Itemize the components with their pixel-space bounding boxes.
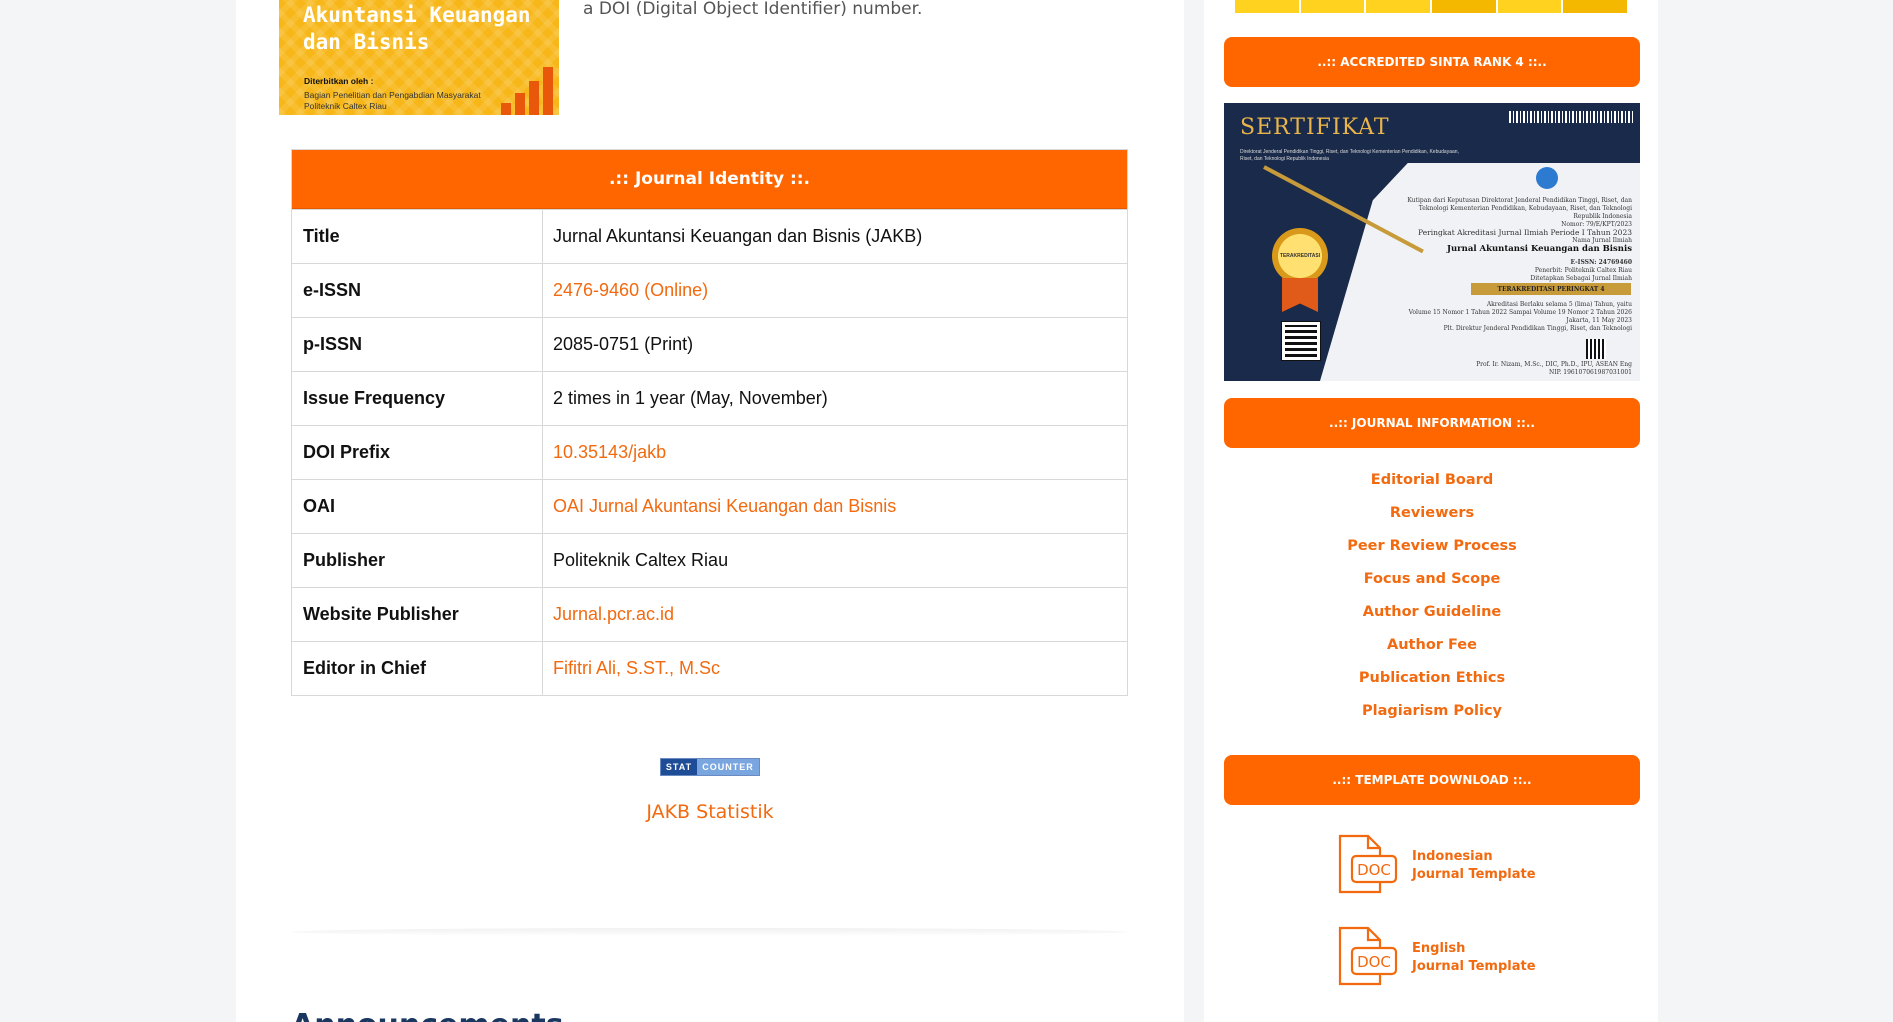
row-key: Issue Frequency [292,372,543,425]
row-key: p-ISSN [292,318,543,371]
cert-signer-title: Plt. Direktur Jenderal Pendidikan Tinggi… [1443,325,1632,332]
doc-file-icon: DOC [1338,834,1398,894]
template-label-line2: Journal Template [1412,867,1536,882]
statistics-link[interactable]: JAKB Statistik [560,801,860,823]
signature-qr-icon [1586,339,1606,359]
top-banner-strip[interactable] [1235,0,1628,13]
statcounter-badge[interactable]: STAT COUNTER [660,758,760,776]
reviewers-link[interactable]: Reviewers [1224,503,1640,536]
template-label-line1: Indonesian [1412,849,1493,864]
row-value: Politeknik Caltex Riau [553,550,729,570]
template-label: Indonesian Journal Template [1412,848,1536,884]
cover-publisher: Diterbitkan oleh : Bagian Penelitian dan… [304,76,481,112]
journal-information-header: ..:: JOURNAL INFORMATION ::.. [1224,398,1640,448]
cert-period: Peringkat Akreditasi Jurnal Ilmiah Perio… [1417,228,1632,237]
accreditation-certificate-image[interactable]: SERTIFIKAT Direktorat Jenderal Pendidika… [1224,103,1640,381]
row-value: Jurnal Akuntansi Keuangan dan Bisnis (JA… [553,226,923,246]
peer-review-process-link[interactable]: Peer Review Process [1224,536,1640,569]
qr-code-icon [1281,321,1321,361]
table-row: p-ISSN 2085-0751 (Print) [292,317,1127,371]
cover-title-line2: dan Bisnis [303,30,430,54]
template-download-header: ..:: TEMPLATE DOWNLOAD ::.. [1224,755,1640,805]
cert-decree: Kutipan dari Keputusan Direktorat Jender… [1407,197,1632,220]
barcode-icon [1509,111,1634,123]
journal-identity-header: .:: Journal Identity ::. [292,150,1127,209]
cert-rank-ribbon: TERAKREDITASI PERINGKAT 4 [1471,283,1631,295]
cert-validity-2: Volume 15 Nomor 1 Tahun 2022 Sampai Volu… [1408,309,1632,316]
cover-title-line1: Akuntansi Keuangan [303,3,531,27]
english-template-download[interactable]: DOC English Journal Template [1336,926,1536,990]
cert-signer-name: Prof. Ir. Nizam, M.Sc., DIC, Ph.D., IPU,… [1476,361,1632,368]
cert-validity-1: Akreditasi Berlaku selama 5 (lima) Tahun… [1486,301,1632,308]
row-key: DOI Prefix [292,426,543,479]
author-fee-link[interactable]: Author Fee [1224,635,1640,668]
cert-designated: Ditetapkan Sebagai Jurnal Ilmiah [1530,275,1632,282]
row-key: Publisher [292,534,543,587]
cover-published-by: Diterbitkan oleh : [304,76,374,86]
svg-text:DOC: DOC [1357,953,1391,971]
oai-link[interactable]: OAI Jurnal Akuntansi Keuangan dan Bisnis [543,480,1127,533]
accreditation-medal-icon: TERAKREDITASI [1272,228,1328,284]
cert-signer-nip: NIP. 196107061987031001 [1549,369,1632,376]
journal-identity-table: .:: Journal Identity ::. Title Jurnal Ak… [291,149,1128,696]
row-key: Website Publisher [292,588,543,641]
table-row: Title Jurnal Akuntansi Keuangan dan Bisn… [292,209,1127,263]
cert-journal-name: Jurnal Akuntansi Keuangan dan Bisnis [1446,244,1632,254]
editorial-board-link[interactable]: Editorial Board [1224,470,1640,503]
cert-date: Jakarta, 11 May 2023 [1566,317,1632,324]
focus-and-scope-link[interactable]: Focus and Scope [1224,569,1640,602]
table-row: Issue Frequency 2 times in 1 year (May, … [292,371,1127,425]
cert-issuer: Direktorat Jenderal Pendidikan Tinggi, R… [1240,149,1459,162]
cert-title: SERTIFIKAT [1240,115,1390,140]
accredited-header: ..:: ACCREDITED SINTA RANK 4 ::.. [1224,37,1640,87]
intro-text: a DOI (Digital Object Identifier) number… [583,0,923,19]
website-publisher-link[interactable]: Jurnal.pcr.ac.id [543,588,1127,641]
author-guideline-link[interactable]: Author Guideline [1224,602,1640,635]
section-divider [291,928,1128,936]
table-row: DOI Prefix 10.35143/jakb [292,425,1127,479]
row-key: e-ISSN [292,264,543,317]
cover-title: Akuntansi Keuangan dan Bisnis [303,2,531,56]
journal-cover-image[interactable]: Akuntansi Keuangan dan Bisnis Diterbitka… [279,0,559,115]
table-row: Editor in Chief Fifitri Ali, S.ST., M.Sc [292,641,1127,695]
row-key: Title [292,210,543,263]
doc-file-icon: DOC [1338,926,1398,986]
indonesian-template-download[interactable]: DOC Indonesian Journal Template [1336,834,1536,898]
doi-prefix-link[interactable]: 10.35143/jakb [543,426,1127,479]
cert-signer: Prof. Ir. Nizam, M.Sc., DIC, Ph.D., IPU,… [1404,361,1632,377]
template-label-line1: English [1412,941,1466,956]
journal-information-links: Editorial Board Reviewers Peer Review Pr… [1224,470,1640,734]
row-value: 2 times in 1 year (May, November) [553,388,828,408]
table-row: Website Publisher Jurnal.pcr.ac.id [292,587,1127,641]
editor-in-chief-link[interactable]: Fifitri Ali, S.ST., M.Sc [543,642,1127,695]
cover-publisher-line2: Politeknik Caltex Riau [304,101,387,111]
plagiarism-policy-link[interactable]: Plagiarism Policy [1224,701,1640,734]
statcounter-right: COUNTER [697,759,759,775]
template-label: English Journal Template [1412,940,1536,976]
eissn-link[interactable]: 2476-9460 (Online) [543,264,1127,317]
cert-footer-text: Akreditasi Berlaku selama 5 (lima) Tahun… [1404,301,1632,333]
template-label-line2: Journal Template [1412,959,1536,974]
row-key: Editor in Chief [292,642,543,695]
cert-eissn: E-ISSN: 24769460 [1570,259,1633,266]
row-value: 2085-0751 (Print) [553,334,694,354]
table-row: e-ISSN 2476-9460 (Online) [292,263,1127,317]
tut-wuri-emblem-icon [1536,167,1558,189]
publication-ethics-link[interactable]: Publication Ethics [1224,668,1640,701]
table-row: OAI OAI Jurnal Akuntansi Keuangan dan Bi… [292,479,1127,533]
statcounter-left: STAT [661,759,697,775]
cert-text: Kutipan dari Keputusan Direktorat Jender… [1404,197,1632,283]
table-row: Publisher Politeknik Caltex Riau [292,533,1127,587]
svg-text:DOC: DOC [1357,861,1391,879]
cert-publisher: Penerbit: Politeknik Caltex Riau [1534,267,1632,274]
announcements-heading: Announcements [291,1008,564,1022]
row-key: OAI [292,480,543,533]
cover-publisher-line1: Bagian Penelitian dan Pengabdian Masyara… [304,90,481,100]
